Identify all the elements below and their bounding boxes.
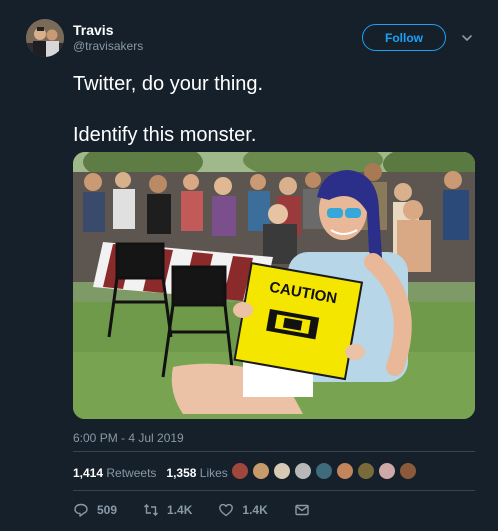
liker-avatar[interactable] (273, 462, 291, 480)
envelope-icon (295, 504, 309, 516)
liker-avatar[interactable] (252, 462, 270, 480)
tweet-photo[interactable]: CAUTION (73, 152, 475, 419)
retweets-stat[interactable]: 1,414 Retweets (73, 466, 156, 480)
reply-button[interactable]: 509 (73, 502, 117, 518)
retweet-button[interactable]: 1.4K (143, 502, 192, 518)
tweet-text-line: Identify this monster. (73, 124, 257, 146)
reply-icon (74, 503, 88, 517)
tweet-text: Twitter, do your thing. Identify this mo… (73, 71, 483, 148)
liker-avatar[interactable] (231, 462, 249, 480)
tweet-card: Travis @travisakers Follow Twitter, do y… (0, 0, 498, 531)
avatar-image (26, 19, 64, 57)
avatar[interactable] (26, 19, 64, 57)
liker-avatar[interactable] (357, 462, 375, 480)
divider (73, 451, 475, 452)
retweets-label: Retweets (106, 466, 157, 480)
reply-count: 509 (97, 503, 118, 517)
tweet-text-line: Twitter, do your thing. (73, 73, 264, 95)
tweet-actions: 509 1.4K 1.4K (73, 502, 336, 518)
heart-icon (219, 503, 234, 517)
display-name[interactable]: Travis (73, 22, 113, 38)
follow-button[interactable]: Follow (362, 24, 446, 51)
liker-avatar[interactable] (294, 462, 312, 480)
likes-label: Likes (199, 466, 228, 480)
tweet-timestamp[interactable]: 6:00 PM - 4 Jul 2019 (73, 431, 184, 445)
likes-stat[interactable]: 1,358 Likes (166, 466, 227, 480)
tweet-stats: 1,414 Retweets 1,358 Likes (73, 466, 228, 480)
liker-avatar[interactable] (378, 462, 396, 480)
retweet-count: 1.4K (167, 503, 193, 517)
photo-image: CAUTION (73, 152, 475, 419)
retweet-icon (144, 504, 159, 516)
liker-avatars (231, 462, 420, 480)
liker-avatar[interactable] (336, 462, 354, 480)
like-count: 1.4K (242, 503, 268, 517)
liker-avatar[interactable] (315, 462, 333, 480)
like-button[interactable]: 1.4K (218, 502, 268, 518)
chevron-down-icon[interactable] (460, 31, 474, 45)
divider (73, 490, 475, 491)
user-handle[interactable]: @travisakers (73, 39, 143, 53)
retweets-count: 1,414 (73, 466, 104, 480)
direct-message-button[interactable] (294, 502, 310, 518)
likes-count: 1,358 (166, 466, 197, 480)
liker-avatar[interactable] (399, 462, 417, 480)
